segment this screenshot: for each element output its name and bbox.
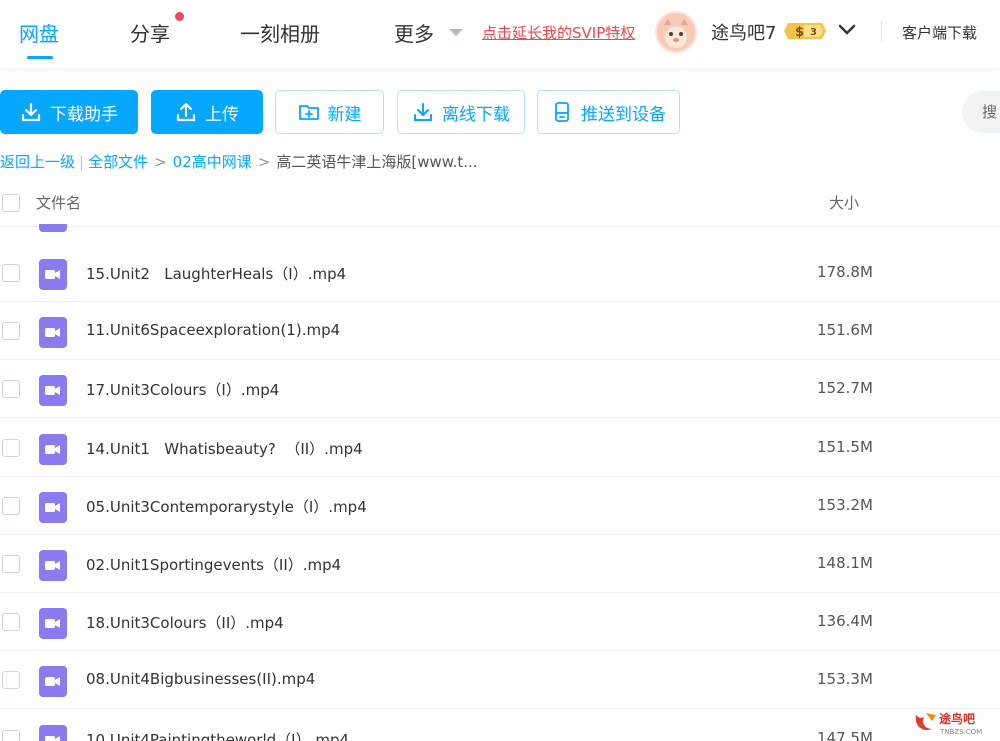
- site-watermark: 途鸟吧 TNBZS.COM: [912, 707, 998, 737]
- new-folder-icon: [298, 105, 319, 120]
- row-checkbox[interactable]: [2, 555, 20, 573]
- push-to-device-button[interactable]: 推送到设备: [537, 90, 680, 134]
- video-file-icon: [39, 666, 67, 698]
- vip-level-badge: $ 3: [784, 21, 826, 41]
- file-name[interactable]: 05.Unit3Contemporarystyle（I）.mp4: [86, 496, 367, 517]
- table-row[interactable]: 17.Unit3Colours（I）.mp4 152.7M: [0, 360, 1000, 419]
- device-icon: [555, 102, 569, 122]
- caret-down-icon[interactable]: [449, 29, 463, 36]
- file-size: 151.5M: [817, 437, 873, 456]
- download-helper-button[interactable]: 下载助手: [0, 90, 138, 134]
- select-all-checkbox[interactable]: [2, 194, 20, 212]
- file-size: 148.1M: [817, 554, 873, 572]
- row-checkbox[interactable]: [2, 729, 20, 741]
- client-download-link[interactable]: 客户端下载: [902, 22, 977, 43]
- video-file-icon: [39, 724, 67, 741]
- table-row[interactable]: 08.Unit4Bigbusinesses(II).mp4 153.3M: [0, 651, 1000, 710]
- file-size: 147.5M: [817, 728, 873, 741]
- tab-moments-album[interactable]: 一刻相册: [240, 18, 320, 47]
- row-checkbox[interactable]: [2, 264, 20, 282]
- username[interactable]: 途鸟吧7: [711, 19, 776, 45]
- breadcrumb-current: 高二英语牛津上海版[www.t...: [276, 153, 478, 171]
- table-row[interactable]: 11.Unit6Spaceexploration(1).mp4 151.6M: [0, 302, 1000, 361]
- new-folder-button[interactable]: 新建: [275, 90, 384, 134]
- file-size: 178.8M: [817, 263, 873, 281]
- breadcrumb-folder[interactable]: 02高中网课: [173, 153, 252, 171]
- file-name[interactable]: 18.Unit3Colours（II）.mp4: [86, 612, 284, 633]
- video-file-icon: [39, 259, 67, 290]
- file-size: 136.4M: [817, 612, 873, 631]
- row-checkbox[interactable]: [2, 380, 20, 399]
- top-navigation: 网盘 分享 一刻相册 更多 点击延长我的SVIP特权 途鸟吧7 $ 3 客户端下…: [0, 0, 1000, 68]
- file-name[interactable]: 11.Unit6Spaceexploration(1).mp4: [86, 321, 340, 339]
- video-file-icon: [39, 224, 67, 232]
- tab-share[interactable]: 分享: [130, 18, 170, 47]
- video-file-icon: [39, 433, 67, 465]
- table-row[interactable]: 05.Unit3Contemporarystyle（I）.mp4 153.2M: [0, 477, 1000, 535]
- row-checkbox[interactable]: [2, 613, 20, 632]
- row-checkbox[interactable]: [2, 496, 20, 515]
- file-name[interactable]: 02.Unit1Sportingevents（II）.mp4: [86, 554, 341, 575]
- table-row[interactable]: 10.Unit4Paintingtheworld（I）.mp4 147.5M: [0, 710, 1000, 741]
- file-size: 152.7M: [817, 379, 873, 398]
- avatar[interactable]: [655, 11, 697, 53]
- file-size: 151.6M: [817, 321, 873, 340]
- file-name[interactable]: 15.Unit2 LaughterHeals（I）.mp4: [86, 263, 346, 284]
- watermark-site: 途鸟吧: [939, 711, 975, 726]
- file-size: 153.3M: [817, 670, 873, 689]
- notification-dot: [175, 12, 184, 21]
- row-checkbox[interactable]: [2, 671, 20, 690]
- video-file-icon: [39, 375, 67, 407]
- svip-renew-link[interactable]: 点击延长我的SVIP特权: [482, 22, 635, 43]
- download-icon: [21, 102, 41, 122]
- active-tab-indicator: [27, 56, 53, 59]
- table-row[interactable]: 02.Unit1Sportingevents（II）.mp4 148.1M: [0, 535, 1000, 593]
- column-header-size[interactable]: 大小: [829, 192, 859, 213]
- video-file-icon: [39, 608, 67, 640]
- svg-text:$: $: [795, 25, 804, 40]
- offline-download-button[interactable]: 离线下载: [397, 90, 525, 134]
- chevron-down-icon[interactable]: [837, 20, 857, 40]
- download-helper-label: 下载助手: [50, 104, 118, 125]
- file-name[interactable]: 17.Unit3Colours（I）.mp4: [86, 379, 279, 400]
- file-name[interactable]: 08.Unit4Bigbusinesses(II).mp4: [86, 670, 315, 688]
- video-file-icon: [39, 550, 67, 581]
- row-checkbox[interactable]: [2, 438, 20, 457]
- offline-download-icon: [414, 103, 432, 121]
- table-row[interactable]: 18.Unit3Colours（II）.mp4 136.4M: [0, 593, 1000, 652]
- file-size: 153.2M: [817, 495, 873, 514]
- search-input[interactable]: 搜: [962, 91, 1000, 133]
- upload-button[interactable]: 上传: [151, 90, 263, 134]
- push-to-device-label: 推送到设备: [581, 104, 666, 125]
- offline-download-label: 离线下载: [442, 104, 510, 125]
- breadcrumb-back[interactable]: 返回上一级: [0, 153, 75, 171]
- file-name[interactable]: 10.Unit4Paintingtheworld（I）.mp4: [86, 729, 349, 741]
- column-header-name[interactable]: 文件名: [36, 192, 81, 213]
- tab-more[interactable]: 更多: [394, 18, 434, 47]
- table-row[interactable]: 15.Unit2 LaughterHeals（I）.mp4 178.8M: [0, 244, 1000, 302]
- upload-label: 上传: [205, 104, 239, 125]
- table-row[interactable]: 14.Unit1 Whatisbeauty? （II）.mp4 151.5M: [0, 419, 1000, 477]
- breadcrumb-all-files[interactable]: 全部文件: [88, 153, 148, 171]
- row-checkbox[interactable]: [2, 322, 20, 341]
- nav-divider: [881, 21, 882, 41]
- tab-netdisk[interactable]: 网盘: [19, 18, 59, 47]
- file-name[interactable]: 14.Unit1 Whatisbeauty? （II）.mp4: [86, 438, 363, 459]
- breadcrumb: 返回上一级 | 全部文件 >02高中网课 > 高二英语牛津上海版[www.t...: [0, 153, 478, 171]
- video-file-icon: [39, 491, 67, 523]
- watermark-domain: TNBZS.COM: [939, 728, 982, 736]
- vip-level-number: 3: [810, 27, 817, 38]
- new-label: 新建: [327, 104, 362, 125]
- video-file-icon: [39, 317, 67, 349]
- upload-icon: [176, 102, 196, 122]
- header-divider: [0, 226, 1000, 227]
